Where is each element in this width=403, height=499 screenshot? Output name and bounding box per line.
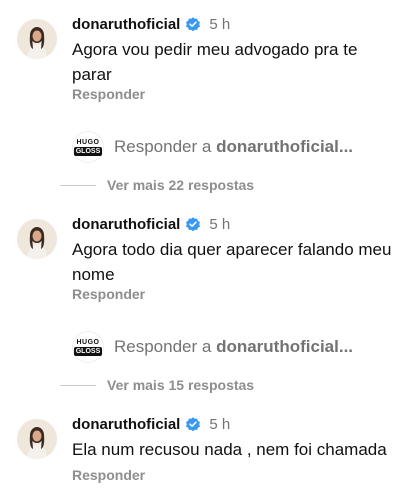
reply-button[interactable]: Responder: [72, 86, 145, 102]
avatar-photo-icon: [17, 419, 57, 459]
comment-header: donaruthoficial 5 h: [72, 13, 230, 35]
view-more-replies[interactable]: Ver mais 15 respostas: [60, 375, 254, 395]
hugo-gloss-avatar: HUGO GLOSS: [72, 131, 104, 163]
comment-text: Agora todo dia quer aparecer falando meu…: [72, 240, 392, 284]
avatar[interactable]: [17, 419, 57, 459]
comment-text: Agora vou pedir meu advogado pra te para…: [72, 40, 358, 84]
verified-badge-icon: [186, 417, 201, 432]
timestamp: 5 h: [209, 15, 231, 33]
divider-line: [60, 184, 96, 186]
view-more-replies[interactable]: Ver mais 22 respostas: [60, 175, 254, 195]
comment-header: donaruthoficial 5 h: [72, 213, 230, 235]
timestamp: 5 h: [209, 415, 231, 433]
comment-1: donaruthoficial 5 h Agora vou pedir meu …: [0, 0, 403, 200]
reply-prompt-text: Responder a donaruthoficial...: [114, 137, 354, 156]
reply-button[interactable]: Responder: [72, 286, 145, 302]
comment-header: donaruthoficial 5 h: [72, 413, 230, 435]
avatar[interactable]: [17, 219, 57, 259]
verified-badge-icon: [186, 17, 201, 32]
avatar-photo-icon: [17, 19, 57, 59]
avatar-photo-icon: [17, 219, 57, 259]
divider-line: [60, 384, 96, 386]
reply-composer-prompt[interactable]: HUGO GLOSS Responder a donaruthoficial..…: [72, 130, 353, 164]
username[interactable]: donaruthoficial: [72, 16, 180, 33]
verified-badge-icon: [186, 217, 201, 232]
avatar[interactable]: [17, 19, 57, 59]
comment-text: Ela num recusou nada , nem foi chamada: [72, 440, 387, 459]
reply-button[interactable]: Responder: [72, 467, 145, 483]
reply-prompt-text: Responder a donaruthoficial...: [114, 337, 354, 356]
comment-3: donaruthoficial 5 h Ela num recusou nada…: [0, 400, 403, 499]
reply-composer-prompt[interactable]: HUGO GLOSS Responder a donaruthoficial..…: [72, 330, 353, 364]
comment-2: donaruthoficial 5 h Agora todo dia quer …: [0, 200, 403, 400]
hugo-gloss-avatar: HUGO GLOSS: [72, 331, 104, 363]
username[interactable]: donaruthoficial: [72, 216, 180, 233]
timestamp: 5 h: [209, 215, 231, 233]
username[interactable]: donaruthoficial: [72, 416, 180, 433]
